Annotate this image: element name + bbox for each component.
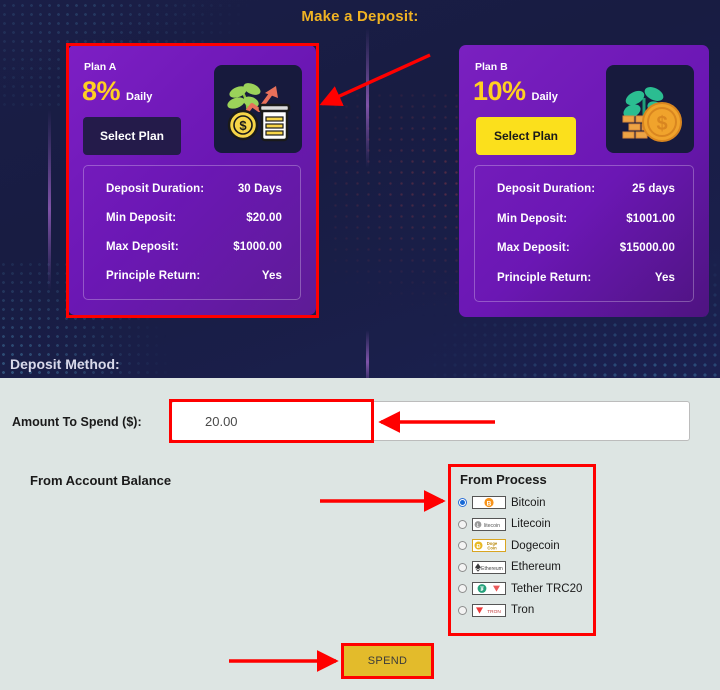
plan-a-details-table: Deposit Duration: 30 Days Min Deposit: $… <box>83 165 301 300</box>
processor-label: Ethereum <box>511 561 561 574</box>
row-key: Max Deposit: <box>106 241 179 254</box>
litecoin-logo-icon: Łlitecoin <box>472 517 506 531</box>
from-process-group: From Process B Bitcoin Łlitecoin Litecoi… <box>450 466 594 634</box>
money-plant-coin-growth-icon: $ <box>606 65 694 153</box>
table-row: Min Deposit: $20.00 <box>106 212 282 224</box>
tether-trc20-logo-icon: ₮ <box>472 582 506 596</box>
plan-a-rate: 8% <box>82 76 121 106</box>
row-key: Min Deposit: <box>497 212 568 225</box>
svg-text:$: $ <box>239 118 247 133</box>
amount-to-spend-input[interactable] <box>171 401 690 441</box>
radio-dogecoin[interactable] <box>458 541 467 551</box>
deposit-page: Make a Deposit: Plan A 8% Daily Select P… <box>0 0 720 690</box>
from-account-balance-label: From Account Balance <box>30 473 172 488</box>
processor-label: Dogecoin <box>511 539 560 552</box>
plan-a-rate-unit: Daily <box>126 91 153 103</box>
processor-option-dogecoin[interactable]: Ð Doge Coin Dogecoin <box>458 535 594 557</box>
amount-to-spend-label: Amount To Spend ($): <box>12 415 142 429</box>
plan-b-rate-unit: Daily <box>531 91 558 103</box>
row-value: $1000.00 <box>233 241 282 254</box>
page-title: Make a Deposit: <box>301 8 419 25</box>
table-row: Principle Return: Yes <box>497 272 675 284</box>
plans-hero-section: Make a Deposit: Plan A 8% Daily Select P… <box>0 0 720 378</box>
ethereum-logo-icon: Ethereum <box>472 560 506 574</box>
dogecoin-logo-icon: Ð Doge Coin <box>472 539 506 553</box>
table-row: Max Deposit: $1000.00 <box>106 241 282 253</box>
table-row: Max Deposit: $15000.00 <box>497 242 675 254</box>
plan-b-name: Plan B <box>475 61 508 73</box>
money-plant-jar-growth-icon: $ <box>214 65 302 153</box>
row-key: Principle Return: <box>497 272 592 285</box>
svg-text:litecoin: litecoin <box>484 523 500 529</box>
processor-option-ethereum[interactable]: Ethereum Ethereum <box>458 557 594 579</box>
svg-text:$: $ <box>656 113 667 135</box>
svg-text:Ð: Ð <box>476 544 480 550</box>
svg-text:₮: ₮ <box>480 587 484 593</box>
row-value: Yes <box>261 270 282 283</box>
processor-option-tron[interactable]: TRON Tron <box>458 600 594 622</box>
processor-option-tether-trc20[interactable]: ₮ Tether TRC20 <box>458 578 594 600</box>
table-row: Deposit Duration: 25 days <box>497 183 675 195</box>
light-streak <box>366 330 369 378</box>
svg-text:B: B <box>487 501 492 508</box>
bitcoin-logo-icon: B <box>472 496 506 510</box>
radio-ethereum[interactable] <box>458 562 467 572</box>
plan-b-rate-row: 10% Daily <box>473 78 558 105</box>
plan-card-a[interactable]: Plan A 8% Daily Select Plan $ Deposit Du… <box>68 45 316 315</box>
svg-text:Coin: Coin <box>487 546 497 551</box>
select-plan-b-button[interactable]: Select Plan <box>476 117 576 155</box>
row-key: Principle Return: <box>106 270 201 283</box>
processor-label: Tron <box>511 604 535 617</box>
row-value: Yes <box>654 272 675 285</box>
spend-button[interactable]: SPEND <box>343 645 432 677</box>
row-key: Min Deposit: <box>106 211 177 224</box>
processor-label: Bitcoin <box>511 496 546 509</box>
radio-bitcoin[interactable] <box>458 498 467 508</box>
from-process-title: From Process <box>460 472 547 487</box>
plan-a-name: Plan A <box>84 61 117 73</box>
processor-option-bitcoin[interactable]: B Bitcoin <box>458 492 594 514</box>
deposit-method-label: Deposit Method: <box>10 356 120 372</box>
light-streak <box>48 110 51 290</box>
table-row: Principle Return: Yes <box>106 270 282 282</box>
table-row: Deposit Duration: 30 Days <box>106 183 282 195</box>
row-value: $1001.00 <box>626 212 675 225</box>
select-plan-a-button[interactable]: Select Plan <box>83 117 181 155</box>
processor-list: B Bitcoin Łlitecoin Litecoin Ð Doge Coin D… <box>458 492 594 621</box>
plan-b-rate: 10% <box>473 76 526 106</box>
row-key: Max Deposit: <box>497 242 570 255</box>
tron-logo-icon: TRON <box>472 603 506 617</box>
radio-tether-trc20[interactable] <box>458 584 467 594</box>
radio-litecoin[interactable] <box>458 519 467 529</box>
row-value: 25 days <box>632 182 675 195</box>
row-value: 30 Days <box>237 182 282 195</box>
row-key: Deposit Duration: <box>497 182 596 195</box>
light-streak <box>366 28 369 168</box>
processor-label: Tether TRC20 <box>511 582 583 595</box>
row-key: Deposit Duration: <box>106 182 205 195</box>
radio-tron[interactable] <box>458 605 467 615</box>
plan-card-b[interactable]: Plan B 10% Daily Select Plan $ Deposit D… <box>459 45 709 317</box>
plan-a-rate-row: 8% Daily <box>82 78 152 105</box>
plan-b-details-table: Deposit Duration: 25 days Min Deposit: $… <box>474 165 694 302</box>
row-value: $20.00 <box>246 211 282 224</box>
svg-text:Ł: Ł <box>477 523 480 529</box>
processor-option-litecoin[interactable]: Łlitecoin Litecoin <box>458 514 594 536</box>
svg-text:Ethereum: Ethereum <box>481 566 503 572</box>
row-value: $15000.00 <box>619 242 675 255</box>
svg-text:TRON: TRON <box>487 609 501 615</box>
table-row: Min Deposit: $1001.00 <box>497 213 675 225</box>
processor-label: Litecoin <box>511 518 551 531</box>
